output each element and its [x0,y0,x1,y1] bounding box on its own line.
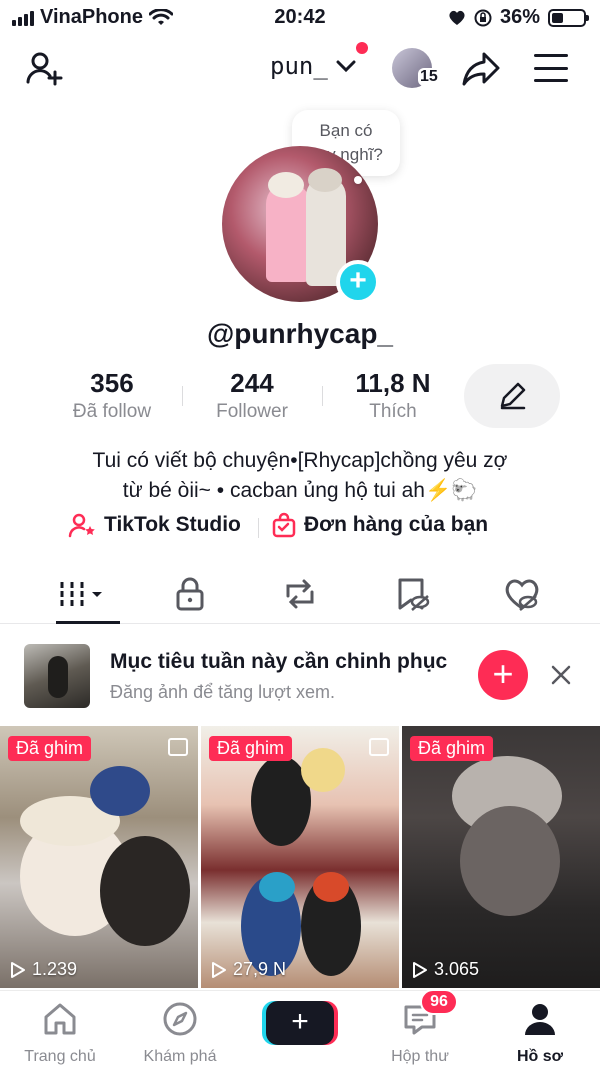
goal-subtitle: Đăng ảnh để tăng lượt xem. [110,682,335,702]
pinned-badge: Đã ghim [209,736,293,761]
profile-icon [525,1004,555,1035]
stat-followers[interactable]: 244 Follower [202,368,302,423]
nav-explore-label: Khám phá [143,1048,217,1065]
inbox-badge: 96 [420,989,458,1015]
chevron-down-icon [336,60,356,73]
bubble-tail [354,176,362,184]
shopping-bag-icon [272,512,296,538]
goal-title: Mục tiêu tuần này cần chinh phục [110,650,448,673]
create-button[interactable]: + [266,1001,334,1045]
status-bar: VinaPhone 20:42 36% [0,0,600,36]
stat-divider [322,386,323,406]
play-icon [413,961,427,978]
account-switcher[interactable]: pun_ [270,52,356,80]
close-icon[interactable] [550,664,572,686]
photo-mode-icon [369,738,389,756]
bubble-line-1: Bạn có [319,121,373,140]
view-count-value: 27,9 N [233,959,287,979]
pencil-icon [500,382,526,410]
notification-dot [356,42,368,54]
nav-inbox-label: Hộp thư [391,1048,449,1065]
nav-profile-label: Hồ sơ [516,1048,564,1065]
view-count-value: 3.065 [434,959,480,979]
nav-explore[interactable]: Khám phá [130,999,230,1066]
heart-status-icon [449,10,465,25]
bio-line-1: Tui có viết bộ chuyện•[Rhycap]chồng yêu … [92,449,508,472]
link-divider [258,518,259,538]
bio-line-2: từ bé òii~ • cacban ủng hộ tui ah⚡️🐑 [122,479,478,502]
profile-top-nav: pun_ 15 [0,40,600,96]
play-icon [11,961,25,978]
nav-home[interactable]: Trang chủ [10,999,110,1066]
video-thumbnail[interactable]: Đã ghim 27,9 N [201,726,399,988]
profile-bio: Tui có viết bộ chuyện•[Rhycap]chồng yêu … [0,446,600,506]
menu-icon[interactable] [534,54,568,82]
profile-links: TikTok Studio Đơn hàng của bạn [0,512,600,544]
tiktok-studio-link[interactable]: TikTok Studio [68,512,241,538]
home-icon [44,1003,76,1035]
battery-icon [548,8,589,27]
story-count: 15 [418,68,440,86]
view-count: 27,9 N [211,959,286,980]
active-tab-indicator [56,621,120,624]
likes-count: 11,8 N [355,368,431,398]
video-thumbnail[interactable]: Đã ghim 1.239 [0,726,198,988]
orders-link[interactable]: Đơn hàng của bạn [272,512,488,538]
tiktok-studio-label: TikTok Studio [104,513,241,536]
following-label: Đã follow [72,401,152,422]
repost-tab-icon[interactable] [280,574,320,614]
profile-handle: @punrhycap_ [206,318,393,349]
video-grid: Đã ghim 1.239 Đã ghim 27,9 N Đã ghim 3.0… [0,726,600,988]
following-count: 356 [90,368,134,398]
pinned-badge: Đã ghim [410,736,494,761]
content-tabs [0,566,600,624]
grid-tab-icon[interactable] [56,574,106,614]
view-count-value: 1.239 [32,959,78,979]
nav-home-label: Trang chủ [24,1048,96,1065]
photo-mode-icon [168,738,188,756]
add-story-button[interactable]: + [336,260,380,304]
likes-label: Thích [369,401,417,422]
compass-icon [163,1002,197,1036]
play-icon [212,961,226,978]
liked-hidden-tab-icon[interactable] [502,574,542,614]
edit-profile-button[interactable] [464,364,560,428]
followers-label: Follower [216,401,288,422]
goal-add-button[interactable]: + [478,650,528,700]
stat-likes[interactable]: 11,8 N Thích [338,368,448,423]
status-right: 36% [448,6,589,29]
share-icon[interactable] [460,48,502,90]
stat-divider [182,386,183,406]
stat-following[interactable]: 356 Đã follow [60,368,164,423]
view-count: 3.065 [412,959,479,980]
add-friend-icon[interactable] [24,48,64,88]
weekly-goal-banner[interactable]: Mục tiêu tuần này cần chinh phục Đăng ản… [0,640,600,714]
orientation-lock-icon [474,9,492,26]
view-count: 1.239 [10,959,77,980]
video-thumbnail[interactable]: Đã ghim 3.065 [402,726,600,988]
followers-count: 244 [230,368,274,398]
battery-percent: 36% [499,6,540,28]
lock-tab-icon[interactable] [170,574,210,614]
username-label: pun_ [270,52,328,80]
goal-thumbnail [24,644,90,708]
favorites-hidden-tab-icon[interactable] [392,574,432,614]
orders-label: Đơn hàng của bạn [304,513,489,536]
bottom-nav: Trang chủ Khám phá + Hộp thư 96 Hồ sơ [0,989,600,1068]
pinned-badge: Đã ghim [8,736,92,761]
nav-profile[interactable]: Hồ sơ [490,999,590,1066]
person-star-icon [68,513,95,538]
